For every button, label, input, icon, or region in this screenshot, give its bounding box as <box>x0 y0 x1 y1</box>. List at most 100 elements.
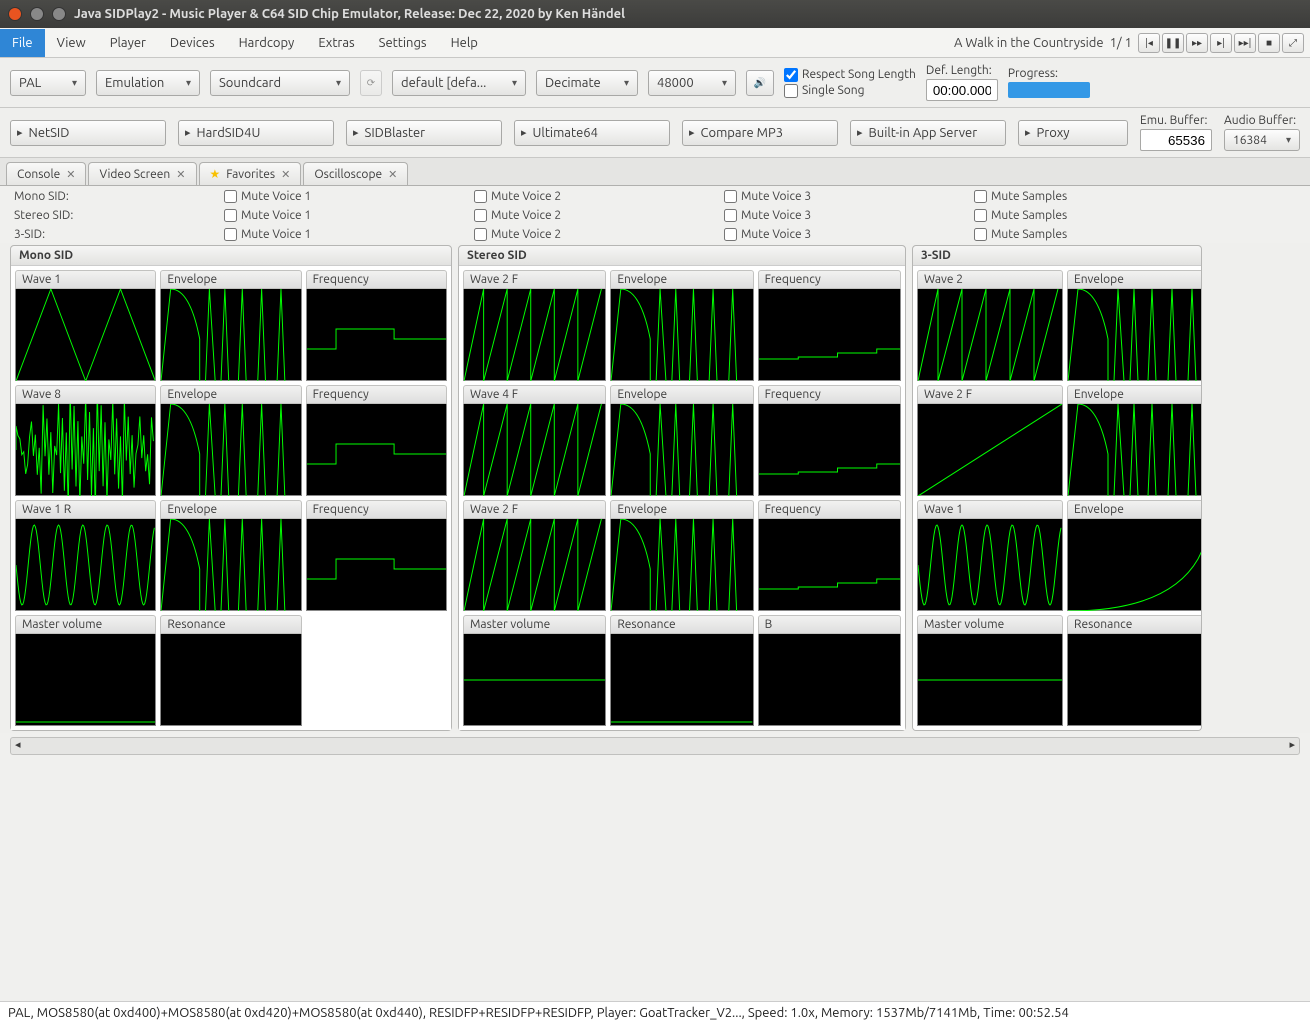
scope: Envelope <box>160 500 301 611</box>
minimize-icon[interactable] <box>30 7 44 21</box>
next-sub-button[interactable]: ▸| <box>1210 33 1232 53</box>
tab-oscilloscope[interactable]: Oscilloscope✕ <box>303 162 408 185</box>
compare-mp3-button[interactable]: Compare MP3 <box>682 120 838 146</box>
hardsid4u-button[interactable]: HardSID4U <box>178 120 334 146</box>
engine-combo[interactable]: Emulation <box>96 70 200 96</box>
mute-3sid-v1[interactable] <box>224 228 237 241</box>
close-icon[interactable]: ✕ <box>66 168 75 181</box>
single-song-check[interactable]: Single Song <box>784 84 916 98</box>
close-icon[interactable]: ✕ <box>388 168 397 181</box>
scope-label: Envelope <box>160 385 301 404</box>
scope-canvas <box>610 519 753 611</box>
scope: Wave 4 F <box>463 385 606 496</box>
scope: Wave 2 F <box>463 270 606 381</box>
scope: Envelope <box>610 270 753 381</box>
menu-extras[interactable]: Extras <box>306 29 366 57</box>
emu-buffer-field[interactable] <box>1140 129 1212 151</box>
stop-button[interactable]: ■ <box>1258 33 1280 53</box>
menu-devices[interactable]: Devices <box>158 29 227 57</box>
expand-button[interactable]: ⤢ <box>1282 33 1304 53</box>
mute-stereo-v3[interactable] <box>724 209 737 222</box>
scope-canvas <box>15 634 156 726</box>
scope-canvas <box>15 289 156 381</box>
scope-canvas <box>1067 519 1202 611</box>
mute-3sid-v3[interactable] <box>724 228 737 241</box>
mute-stereo-samples[interactable] <box>974 209 987 222</box>
scope-label: Wave 2 <box>917 270 1063 289</box>
close-icon[interactable] <box>8 7 22 21</box>
device-combo[interactable]: default [defa... <box>392 70 526 96</box>
scope-canvas <box>917 289 1063 381</box>
respect-length-check[interactable]: Respect Song Length <box>784 68 916 82</box>
tab-video-screen[interactable]: Video Screen✕ <box>88 162 196 185</box>
scope-label: Wave 4 F <box>463 385 606 404</box>
menu-hardcopy[interactable]: Hardcopy <box>227 29 307 57</box>
scope-canvas <box>160 289 301 381</box>
scope-label: Frequency <box>306 500 447 519</box>
window-title: Java SIDPlay2 - Music Player & C64 SID C… <box>74 7 625 21</box>
scope: Frequency <box>306 270 447 381</box>
scope-label: Envelope <box>1067 270 1202 289</box>
close-icon[interactable]: ✕ <box>176 168 185 181</box>
audio-buffer-combo[interactable]: 16384 <box>1224 129 1300 151</box>
sidblaster-button[interactable]: SIDBlaster <box>346 120 502 146</box>
mute-3sid-v2[interactable] <box>474 228 487 241</box>
scope-label: B <box>758 615 901 634</box>
pause-button[interactable]: ❚❚ <box>1162 33 1184 53</box>
rate-combo[interactable]: 48000 <box>648 70 736 96</box>
row-stereo-label: Stereo SID: <box>14 209 224 222</box>
mute-stereo-v2[interactable] <box>474 209 487 222</box>
scope-label: Frequency <box>758 385 901 404</box>
volume-button[interactable]: 🔊 <box>746 70 774 96</box>
tab-favorites[interactable]: ★Favorites✕ <box>199 162 302 185</box>
stereo-sid-header: Stereo SID <box>459 246 905 266</box>
prev-track-button[interactable]: |◂ <box>1138 33 1160 53</box>
tab-console[interactable]: Console✕ <box>6 162 86 185</box>
scope: Wave 1 <box>917 500 1063 611</box>
scope: Envelope <box>1067 385 1202 496</box>
scope-canvas <box>610 404 753 496</box>
mute-mono-samples[interactable] <box>974 190 987 203</box>
next-track-button[interactable]: ▸▸| <box>1234 33 1256 53</box>
mute-3sid-samples[interactable] <box>974 228 987 241</box>
video-standard-combo[interactable]: PAL <box>10 70 86 96</box>
maximize-icon[interactable] <box>52 7 66 21</box>
close-icon[interactable]: ✕ <box>281 168 290 181</box>
menu-help[interactable]: Help <box>439 29 490 57</box>
menu-settings[interactable]: Settings <box>367 29 439 57</box>
scope: Wave 1 R <box>15 500 156 611</box>
scope-canvas <box>463 519 606 611</box>
song-title: A Walk in the Countryside 1/ 1 <box>954 36 1138 50</box>
netsid-button[interactable]: NetSID <box>10 120 166 146</box>
mute-mono-v3[interactable] <box>724 190 737 203</box>
mute-panel: Mono SID: Mute Voice 1 Mute Voice 2 Mute… <box>0 186 1310 243</box>
device-reload-button[interactable]: ⟳ <box>360 70 382 96</box>
scope-label: Wave 8 <box>15 385 156 404</box>
horizontal-scrollbar[interactable] <box>10 737 1300 755</box>
progress-bar <box>1008 82 1090 98</box>
scope-canvas <box>15 519 156 611</box>
tab-bar: Console✕ Video Screen✕ ★Favorites✕ Oscil… <box>0 158 1310 186</box>
scope-canvas <box>463 404 606 496</box>
def-length-field[interactable] <box>926 79 998 101</box>
menu-player[interactable]: Player <box>98 29 158 57</box>
menu-view[interactable]: View <box>45 29 98 57</box>
app-server-button[interactable]: Built-in App Server <box>850 120 1006 146</box>
audio-buffer-label: Audio Buffer: <box>1224 114 1300 127</box>
mute-stereo-v1[interactable] <box>224 209 237 222</box>
sampling-combo[interactable]: Decimate <box>536 70 638 96</box>
mute-mono-v2[interactable] <box>474 190 487 203</box>
ultimate64-button[interactable]: Ultimate64 <box>514 120 670 146</box>
output-combo[interactable]: Soundcard <box>210 70 350 96</box>
toolbar-settings: PAL Emulation Soundcard ⟳ default [defa.… <box>0 58 1310 108</box>
fast-forward-button[interactable]: ▸▸ <box>1186 33 1208 53</box>
titlebar: Java SIDPlay2 - Music Player & C64 SID C… <box>0 0 1310 28</box>
menu-file[interactable]: File <box>0 29 45 57</box>
scope-label: Master volume <box>15 615 156 634</box>
star-icon: ★ <box>210 167 221 181</box>
scope-label: Wave 2 F <box>463 500 606 519</box>
3sid-header: 3-SID <box>913 246 1201 266</box>
mute-mono-v1[interactable] <box>224 190 237 203</box>
proxy-button[interactable]: Proxy <box>1018 120 1128 146</box>
scope: Frequency <box>306 385 447 496</box>
